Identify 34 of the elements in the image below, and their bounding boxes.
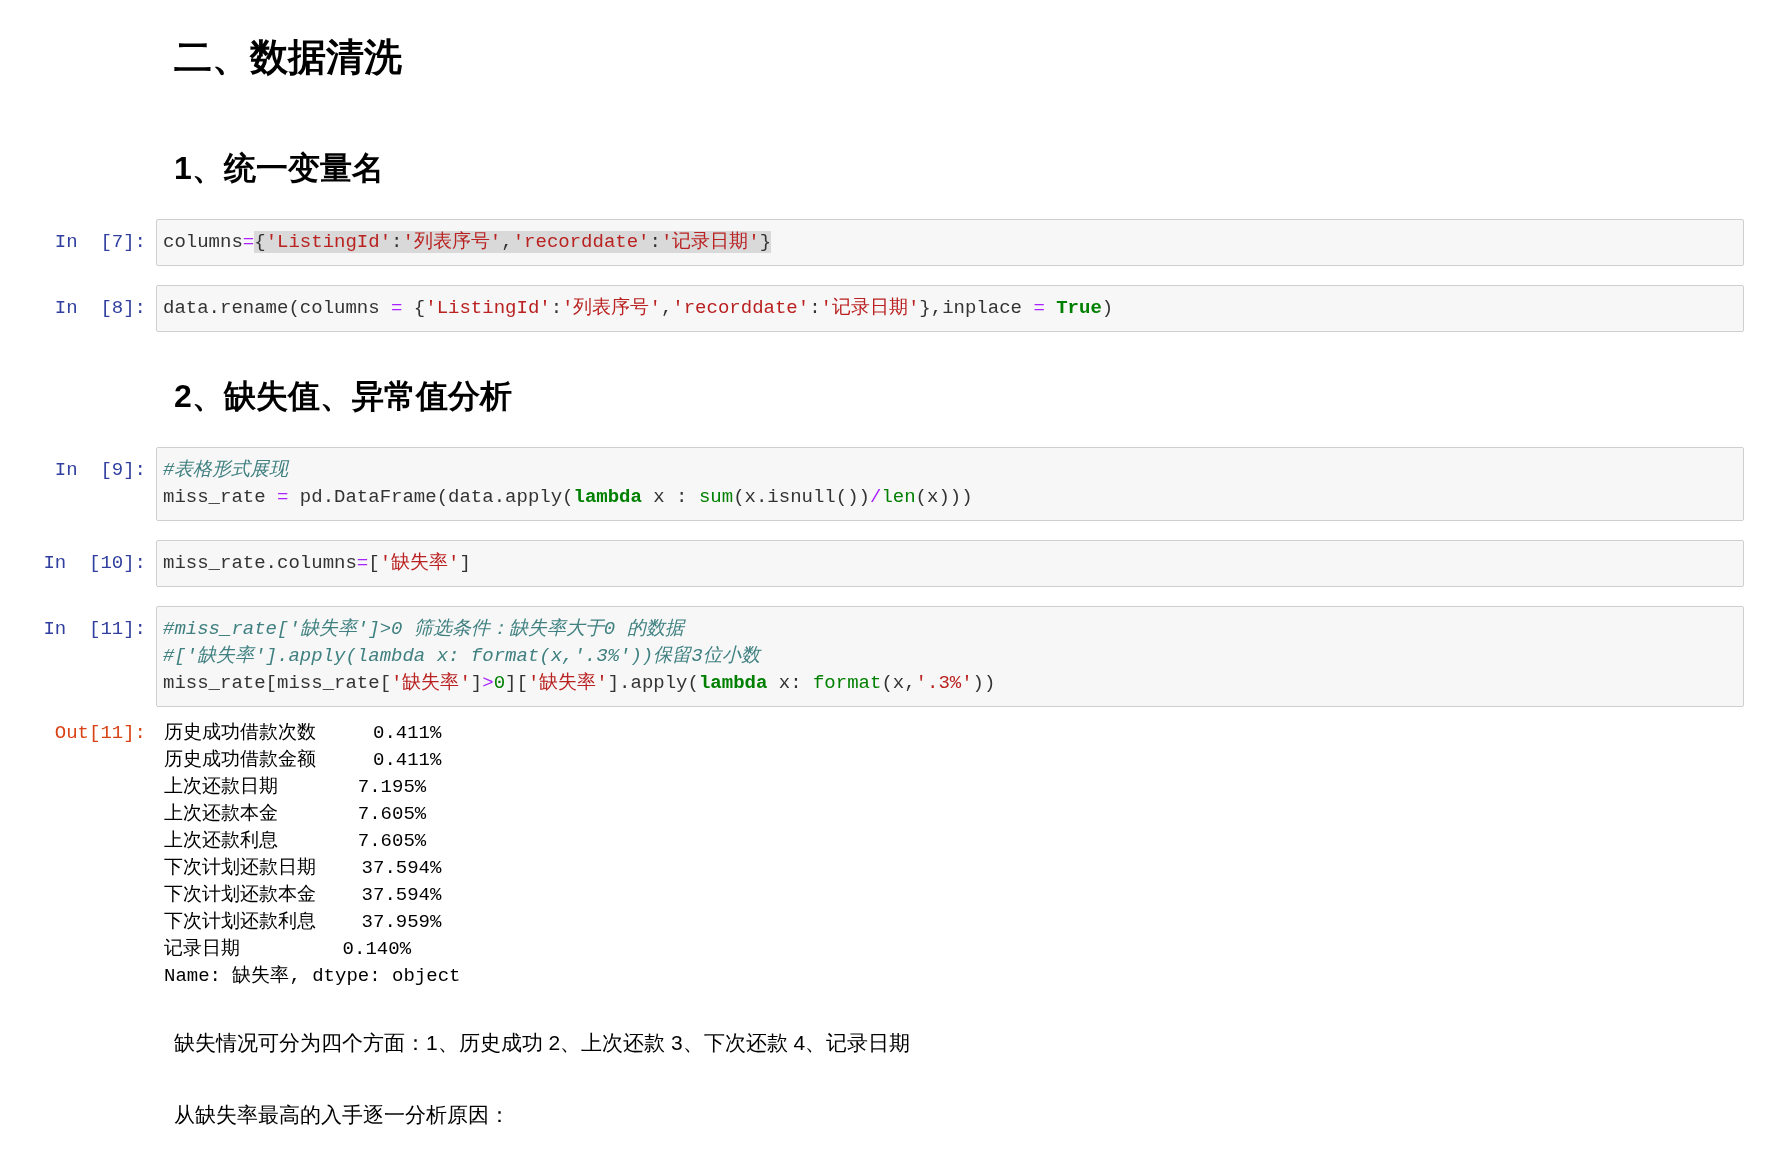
code-cell[interactable]: data.rename(columns = {'ListingId':'列表序号','recorddate':'记录日期'},inplace = True) [156, 285, 1744, 332]
output-line: 下次计划还款日期 37.594% [164, 856, 442, 881]
code-cell[interactable]: miss_rate.columns=['缺失率'] [156, 540, 1744, 587]
input-prompt: In [11]: [42, 617, 147, 642]
code-line: data.rename(columns = {'ListingId':'列表序号','recorddate':'记录日期'},inplace = True) [163, 296, 1114, 321]
code-comment: #表格形式展现 [163, 458, 289, 483]
output-line: 上次还款利息 7.605% [164, 829, 427, 854]
code-comment: #['缺失率'].apply(lambda x: format(x,'.3%'))保留3位小数 [163, 644, 760, 669]
section-heading: 2、缺失值、异常值分析 [174, 377, 513, 416]
output-line: 下次计划还款本金 37.594% [164, 883, 442, 908]
code-comment: #miss_rate['缺失率']>0 筛选条件：缺失率大于0 的数据 [163, 617, 684, 642]
input-prompt: In [7]: [53, 230, 147, 255]
output-line: 上次还款本金 7.605% [164, 802, 427, 827]
input-prompt: In [8]: [53, 296, 147, 321]
section-heading: 1、统一变量名 [174, 149, 385, 188]
output-line: 上次还款日期 7.195% [164, 775, 427, 800]
code-line: miss_rate[miss_rate['缺失率']>0]['缺失率'].apply(lambda x: format(x,'.3%')) [163, 671, 996, 696]
code-line: columns={'ListingId':'列表序号','recorddate':'记录日期'} [163, 230, 772, 255]
code-cell[interactable]: #miss_rate['缺失率']>0 筛选条件：缺失率大于0 的数据 #['缺失率'].apply(lambda x: format(x,'.3%'))保留3位小数 miss_rate[miss_rate['缺失率']>0]['缺失率'].apply(lambda x: format(x,'.3%')) [156, 606, 1744, 707]
output-line: 历史成功借款次数 0.411% [164, 721, 442, 746]
output-prompt: Out[11]: [53, 721, 147, 746]
output-line: 下次计划还款利息 37.959% [164, 910, 442, 935]
code-line: miss_rate = pd.DataFrame(data.apply(lambda x : sum(x.isnull())/len(x))) [163, 485, 973, 510]
section-heading: 二、数据清洗 [174, 35, 403, 80]
input-prompt: In [9]: [53, 458, 147, 483]
output-line: 历史成功借款金额 0.411% [164, 748, 442, 773]
paragraph: 缺失情况可分为四个方面：1、历史成功 2、上次还款 3、下次还款 4、记录日期 [174, 1030, 911, 1056]
code-cell[interactable]: #表格形式展现 miss_rate = pd.DataFrame(data.apply(lambda x : sum(x.isnull())/len(x))) [156, 447, 1744, 521]
paragraph: 从缺失率最高的入手逐一分析原因： [174, 1102, 510, 1128]
code-cell[interactable]: columns={'ListingId':'列表序号','recorddate':'记录日期'} [156, 219, 1744, 266]
output-line: Name: 缺失率, dtype: object [164, 964, 461, 989]
input-prompt: In [10]: [42, 551, 147, 576]
output-line: 记录日期 0.140% [164, 937, 412, 962]
code-line: miss_rate.columns=['缺失率'] [163, 551, 471, 576]
